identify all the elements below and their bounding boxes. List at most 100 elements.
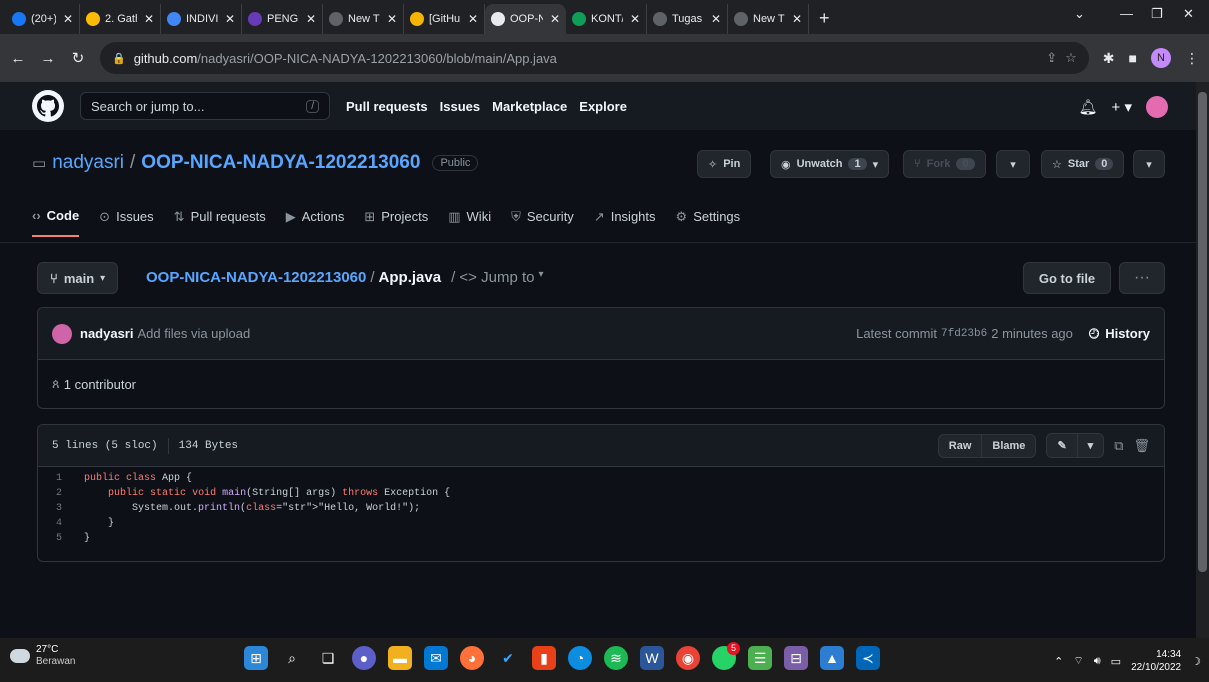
mail-icon[interactable]: ✉ — [424, 646, 448, 670]
close-tab-icon[interactable]: ✕ — [387, 12, 397, 26]
repo-name-link[interactable]: OOP-NICA-NADYA-1202213060 — [141, 152, 420, 174]
weather-widget[interactable]: 27°C Berawan — [10, 644, 75, 668]
notification-bell-icon[interactable]: 🔔︎ — [1078, 98, 1097, 116]
search-icon[interactable]: ⌕ — [280, 646, 304, 670]
global-nav-marketplace[interactable]: Marketplace — [492, 99, 567, 114]
browser-tab[interactable]: (20+) (✕ — [6, 4, 80, 34]
close-tab-icon[interactable]: ✕ — [550, 12, 560, 26]
raw-button[interactable]: Raw — [939, 434, 983, 457]
address-bar[interactable]: 🔒 github.com/nadyasri/OOP-NICA-NADYA-120… — [100, 42, 1089, 74]
reload-icon[interactable]: ↻ — [70, 49, 86, 67]
global-nav-pull-requests[interactable]: Pull requests — [346, 99, 428, 114]
browser-tab[interactable]: New T ✕ — [323, 4, 404, 34]
file-explorer-icon[interactable]: ▬ — [388, 646, 412, 670]
tab-issues[interactable]: ⊙ Issues — [99, 208, 153, 237]
app-icon[interactable]: ✔ — [496, 646, 520, 670]
go-to-file-button[interactable]: Go to file — [1023, 262, 1111, 294]
tab-search-icon[interactable]: ⌄ — [1074, 6, 1085, 22]
browser-tab[interactable]: OOP-N ✕ — [485, 4, 566, 34]
minimize-icon[interactable]: — — [1120, 6, 1133, 21]
tab-insights[interactable]: ↗ Insights — [594, 208, 656, 237]
chat-icon[interactable]: ● — [352, 646, 376, 670]
maximize-icon[interactable]: ❐ — [1151, 6, 1163, 22]
line-number[interactable]: 1 — [38, 471, 84, 486]
more-options-button[interactable]: ··· — [1119, 262, 1165, 294]
app-icon-2[interactable]: ⊟ — [784, 646, 808, 670]
side-panel-icon[interactable]: ■ — [1129, 50, 1137, 66]
edit-pencil-icon[interactable]: ✎ — [1047, 434, 1078, 457]
profile-avatar[interactable]: N — [1151, 48, 1171, 68]
battery-icon[interactable]: ▭ — [1111, 655, 1121, 668]
line-number[interactable]: 5 — [38, 531, 84, 546]
pin-button[interactable]: ✧ Pin — [697, 150, 752, 178]
create-new-icon[interactable]: + ▾ — [1112, 98, 1132, 116]
back-icon[interactable]: ← — [10, 50, 26, 67]
close-tab-icon[interactable]: ✕ — [225, 12, 235, 26]
copy-icon[interactable]: ⧉ — [1114, 438, 1123, 454]
spotify-icon[interactable]: ≋ — [604, 646, 628, 670]
vscode-icon[interactable]: ≺ — [856, 646, 880, 670]
share-icon[interactable]: ⇪ — [1046, 50, 1057, 66]
browser-tab[interactable]: Tugas ✕ — [647, 4, 728, 34]
global-nav-explore[interactable]: Explore — [579, 99, 627, 114]
line-number[interactable]: 4 — [38, 516, 84, 531]
chrome-menu-icon[interactable]: ⋮ — [1185, 50, 1199, 67]
firefox-icon[interactable]: ◕ — [460, 646, 484, 670]
github-logo-icon[interactable] — [32, 90, 64, 122]
blame-button[interactable]: Blame — [982, 435, 1035, 457]
breadcrumb-repo-link[interactable]: OOP-NICA-NADYA-1202213060 — [146, 269, 366, 286]
edge-icon[interactable]: ◔ — [568, 646, 592, 670]
close-tab-icon[interactable]: ✕ — [144, 12, 154, 26]
close-tab-icon[interactable]: ✕ — [468, 12, 478, 26]
github-search-input[interactable]: Search or jump to... / — [80, 92, 330, 120]
tab-code[interactable]: ‹› Code — [32, 208, 80, 237]
word-icon[interactable]: W — [640, 646, 664, 670]
tab-wiki[interactable]: ▥ Wiki — [448, 208, 491, 237]
notepad-icon[interactable]: ☰ — [748, 646, 772, 670]
global-nav-issues[interactable]: Issues — [440, 99, 480, 114]
delete-trash-icon[interactable]: 🗑︎ — [1133, 438, 1150, 454]
tab-projects[interactable]: ⊞ Projects — [364, 208, 428, 237]
close-tab-icon[interactable]: ✕ — [711, 12, 721, 26]
unwatch-button[interactable]: ◉ Unwatch 1 ▾ — [770, 150, 890, 178]
line-number[interactable]: 2 — [38, 486, 84, 501]
photos-icon[interactable]: ▲ — [820, 646, 844, 670]
tab-pull-requests[interactable]: ⇅ Pull requests — [174, 208, 266, 237]
browser-tab[interactable]: New T ✕ — [728, 4, 809, 34]
browser-tab[interactable]: 2. Gath ✕ — [80, 4, 161, 34]
volume-icon[interactable]: 🔊︎ — [1094, 655, 1101, 668]
forward-icon[interactable]: → — [40, 50, 56, 67]
edit-dropdown-icon[interactable]: ▾ — [1078, 434, 1104, 457]
repo-owner-link[interactable]: nadyasri — [52, 152, 124, 174]
close-tab-icon[interactable]: ✕ — [630, 12, 640, 26]
history-link[interactable]: 🕘︎ History — [1089, 326, 1150, 342]
fork-dropdown[interactable]: ▾ — [996, 150, 1030, 178]
bookmark-star-icon[interactable]: ☆ — [1065, 50, 1077, 66]
fork-button[interactable]: ⑂ Fork 0 — [903, 150, 986, 178]
browser-tab[interactable]: KONT/ ✕ — [566, 4, 647, 34]
browser-tab[interactable]: [GitHu ✕ — [404, 4, 485, 34]
commit-sha-link[interactable]: 7fd23b6 — [941, 328, 987, 340]
chrome-icon[interactable]: ◉ — [676, 646, 700, 670]
new-tab-button[interactable]: + — [809, 8, 840, 29]
close-tab-icon[interactable]: ✕ — [306, 12, 316, 26]
tray-chevron-icon[interactable]: ⌃ — [1054, 655, 1063, 668]
wifi-icon[interactable]: ⌔ — [1073, 654, 1083, 668]
tab-settings[interactable]: ⚙ Settings — [676, 208, 741, 237]
star-button[interactable]: ☆ Star 0 — [1041, 150, 1125, 178]
commit-author-avatar[interactable] — [52, 323, 72, 344]
extensions-icon[interactable]: ✱ — [1103, 50, 1115, 67]
task-view-icon[interactable]: ❏ — [316, 646, 340, 670]
commit-message-link[interactable]: Add files via upload — [137, 326, 250, 341]
contributors-link[interactable]: 1 contributor — [64, 377, 136, 392]
office-icon[interactable]: ▮ — [532, 646, 556, 670]
tab-actions[interactable]: ▶ Actions — [286, 208, 345, 237]
whatsapp-icon[interactable]: 5 — [712, 642, 740, 670]
close-tab-icon[interactable]: ✕ — [792, 12, 802, 26]
branch-selector[interactable]: ⑂ main ▾ — [37, 262, 119, 294]
start-menu-icon[interactable]: ⊞ — [244, 646, 268, 670]
close-window-icon[interactable]: ✕ — [1183, 6, 1194, 22]
tab-security[interactable]: ⛨ Security — [511, 208, 574, 237]
user-avatar[interactable] — [1146, 96, 1168, 118]
page-scrollbar-thumb[interactable] — [1198, 92, 1207, 572]
